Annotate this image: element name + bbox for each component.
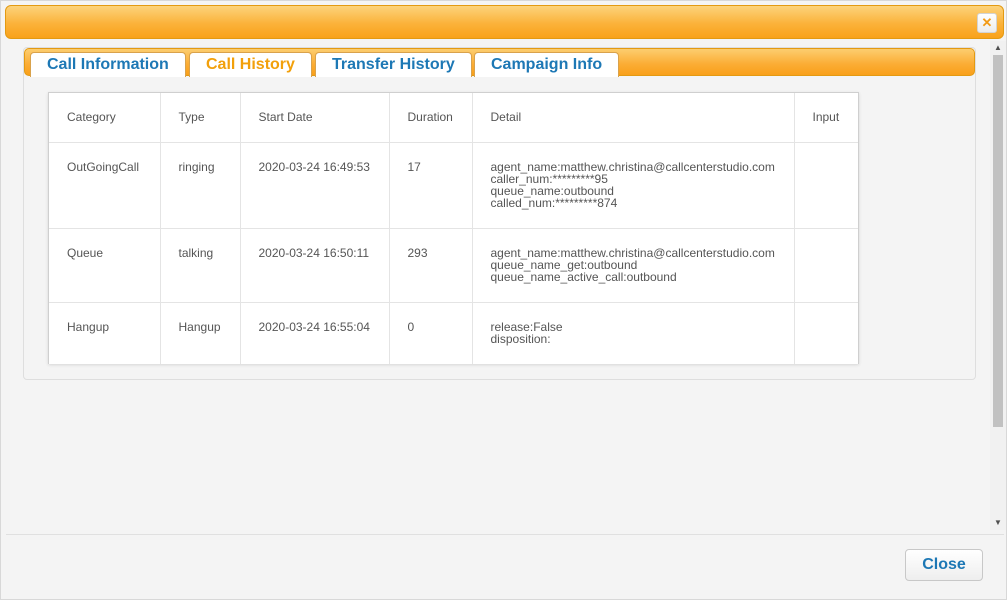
scrollbar-thumb[interactable] <box>993 55 1003 427</box>
vertical-scrollbar[interactable]: ▲ ▼ <box>990 41 1006 530</box>
detail-line: queue_name_get:outbound <box>490 257 638 272</box>
tab-call-history[interactable]: Call History <box>189 52 312 77</box>
close-button[interactable]: Close <box>905 549 983 581</box>
detail-line: release:False <box>490 319 563 334</box>
column-header-type[interactable]: Type <box>160 93 241 143</box>
scroll-up-arrow-icon[interactable]: ▲ <box>990 41 1006 55</box>
dialog-footer: Close <box>6 534 1004 596</box>
dialog-titlebar[interactable]: ✕ <box>5 5 1004 39</box>
column-header-input[interactable]: Input <box>794 93 858 143</box>
cell-category: Queue <box>49 228 161 303</box>
cell-category: OutGoingCall <box>49 142 161 229</box>
cell-start-date: 2020-03-24 16:50:11 <box>240 228 390 303</box>
detail-line: agent_name:matthew.christina@callcenters… <box>490 159 775 174</box>
table-row[interactable]: Hangup Hangup 2020-03-24 16:55:04 0 rele… <box>49 302 858 364</box>
tab-panel: Call Information Call History Transfer H… <box>23 47 976 380</box>
tab-campaign-info[interactable]: Campaign Info <box>474 52 620 77</box>
detail-line: queue_name_active_call:outbound <box>490 269 677 284</box>
cell-type: Hangup <box>160 302 241 364</box>
column-header-category[interactable]: Category <box>49 93 161 143</box>
detail-line: agent_name:matthew.christina@callcenters… <box>490 245 775 260</box>
cell-start-date: 2020-03-24 16:55:04 <box>240 302 390 364</box>
detail-line: disposition: <box>490 331 551 346</box>
cell-input <box>794 302 858 364</box>
call-history-table: Category Type Start Date Duration Detail… <box>48 92 859 364</box>
cell-detail: release:False disposition: <box>472 302 795 364</box>
table-row[interactable]: Queue talking 2020-03-24 16:50:11 293 ag… <box>49 228 858 303</box>
cell-duration: 0 <box>389 302 473 364</box>
column-header-duration[interactable]: Duration <box>389 93 473 143</box>
cell-type: ringing <box>160 142 241 229</box>
detail-line: called_num:*********874 <box>490 195 618 210</box>
table-header-row: Category Type Start Date Duration Detail… <box>49 93 858 143</box>
detail-line: queue_name:outbound <box>490 183 614 198</box>
tab-transfer-history[interactable]: Transfer History <box>315 52 472 77</box>
tab-bar: Call Information Call History Transfer H… <box>24 48 975 77</box>
cell-type: talking <box>160 228 241 303</box>
column-header-detail[interactable]: Detail <box>472 93 795 143</box>
cell-detail: agent_name:matthew.christina@callcenters… <box>472 142 795 229</box>
detail-line: caller_num:*********95 <box>490 171 608 186</box>
cell-start-date: 2020-03-24 16:49:53 <box>240 142 390 229</box>
dialog-content: Call Information Call History Transfer H… <box>6 41 990 530</box>
scroll-down-arrow-icon[interactable]: ▼ <box>990 516 1006 530</box>
column-header-start-date[interactable]: Start Date <box>240 93 390 143</box>
cell-duration: 17 <box>389 142 473 229</box>
call-details-dialog: ✕ Call Information Call History Transfer… <box>0 0 1007 600</box>
cell-input <box>794 228 858 303</box>
table-row[interactable]: OutGoingCall ringing 2020-03-24 16:49:53… <box>49 142 858 229</box>
cell-category: Hangup <box>49 302 161 364</box>
cell-input <box>794 142 858 229</box>
cell-duration: 293 <box>389 228 473 303</box>
cell-detail: agent_name:matthew.christina@callcenters… <box>472 228 795 303</box>
tab-call-information[interactable]: Call Information <box>30 52 186 77</box>
close-x-icon[interactable]: ✕ <box>977 13 997 33</box>
